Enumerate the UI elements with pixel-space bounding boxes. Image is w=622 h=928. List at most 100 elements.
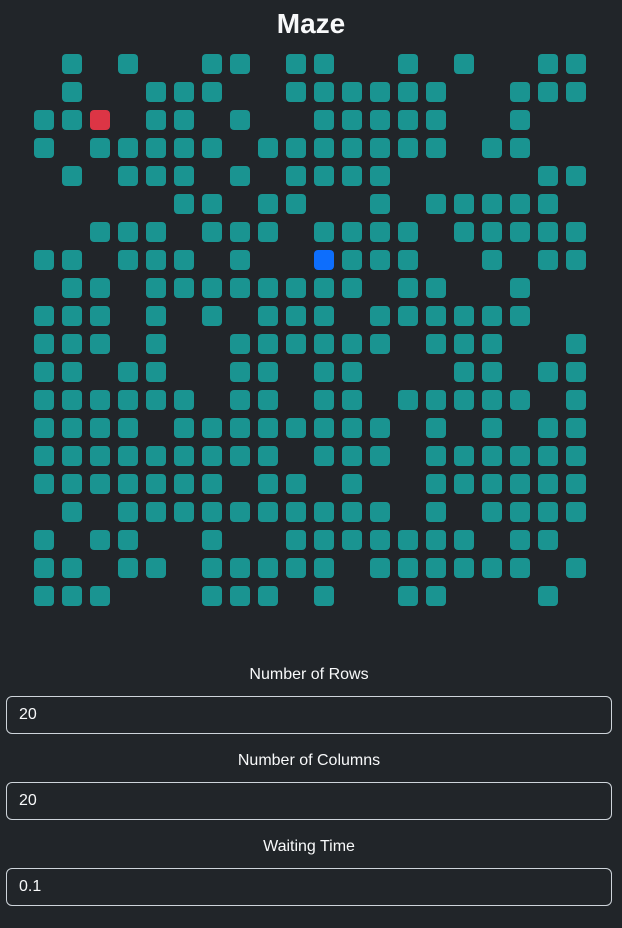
maze-wall-cell [258,586,286,614]
maze-wall-cell [454,530,482,558]
maze-open-cell [90,194,118,222]
maze-wall-cell [286,502,314,530]
maze-wall-cell [538,418,566,446]
maze-wall-cell [426,82,454,110]
maze-wall-cell [62,362,90,390]
maze-open-cell [454,166,482,194]
maze-wall-cell [566,446,594,474]
maze-wall-cell [202,446,230,474]
maze-wall-cell [314,558,342,586]
maze-open-cell [202,362,230,390]
maze-open-cell [118,82,146,110]
maze-wall-cell [314,82,342,110]
maze-open-cell [482,110,510,138]
maze-wall-cell [90,306,118,334]
maze-wall-cell [370,502,398,530]
maze-wall-cell [258,194,286,222]
maze-open-cell [118,306,146,334]
rows-input[interactable] [6,696,612,734]
maze-wall-cell [398,250,426,278]
maze-wall-cell [90,446,118,474]
maze-wall-cell [566,54,594,82]
maze-wall-cell [426,194,454,222]
maze-wall-cell [34,446,62,474]
maze-wall-cell [286,530,314,558]
maze-open-cell [286,586,314,614]
maze-wall-cell [118,446,146,474]
maze-wall-cell [174,446,202,474]
maze-open-cell [426,166,454,194]
maze-wall-cell [566,558,594,586]
maze-open-cell [62,530,90,558]
maze-open-cell [118,334,146,362]
maze-wall-cell [482,334,510,362]
maze-open-cell [90,54,118,82]
maze-open-cell [538,138,566,166]
waiting-time-field: Waiting Time [6,836,612,906]
maze-wall-cell [230,334,258,362]
page: Maze Number of Rows Number of Columns Wa… [0,0,622,928]
maze-wall-cell [230,278,258,306]
maze-wall-cell [202,54,230,82]
waiting-time-input[interactable] [6,868,612,906]
maze-wall-cell [566,502,594,530]
maze-wall-cell [230,110,258,138]
maze-wall-cell [426,586,454,614]
maze-open-cell [566,110,594,138]
maze-open-cell [230,306,258,334]
maze-wall-cell [314,306,342,334]
maze-wall-cell [454,334,482,362]
maze-open-cell [314,474,342,502]
maze-open-cell [454,586,482,614]
maze-wall-cell [34,558,62,586]
maze-wall-cell [314,446,342,474]
maze-wall-cell [146,250,174,278]
maze-open-cell [510,166,538,194]
maze-open-cell [174,558,202,586]
maze-wall-cell [258,362,286,390]
maze-wall-cell [174,390,202,418]
maze-open-cell [370,474,398,502]
maze-wall-cell [566,362,594,390]
maze-open-cell [146,194,174,222]
maze-open-cell [342,586,370,614]
maze-wall-cell [398,278,426,306]
maze-wall-cell [202,586,230,614]
maze-wall-cell [398,306,426,334]
maze-wall-cell [62,82,90,110]
maze-wall-cell [566,250,594,278]
maze-wall-cell [286,54,314,82]
maze-wall-cell [258,138,286,166]
maze-wall-cell [482,222,510,250]
maze-wall-cell [398,530,426,558]
maze-open-cell [454,278,482,306]
maze-wall-cell [538,586,566,614]
maze-wall-cell [118,166,146,194]
maze-open-cell [174,586,202,614]
maze-wall-cell [510,502,538,530]
maze-wall-cell [146,278,174,306]
maze-open-cell [566,530,594,558]
maze-wall-cell [510,530,538,558]
maze-wall-cell [342,222,370,250]
maze-wall-cell [230,418,258,446]
maze-wall-cell [62,306,90,334]
maze-wall-cell [146,222,174,250]
maze-open-cell [370,362,398,390]
maze-wall-cell [314,362,342,390]
maze-wall-cell [286,558,314,586]
maze-open-cell [146,586,174,614]
maze-open-cell [510,586,538,614]
maze-wall-cell [230,166,258,194]
maze-open-cell [538,390,566,418]
maze-open-cell [566,194,594,222]
columns-input[interactable] [6,782,612,820]
maze-wall-cell [342,334,370,362]
maze-wall-cell [34,418,62,446]
maze-wall-cell [370,82,398,110]
maze-wall-cell [286,334,314,362]
maze-open-cell [342,194,370,222]
maze-wall-cell [482,558,510,586]
maze-open-cell [370,586,398,614]
maze-wall-cell [538,166,566,194]
